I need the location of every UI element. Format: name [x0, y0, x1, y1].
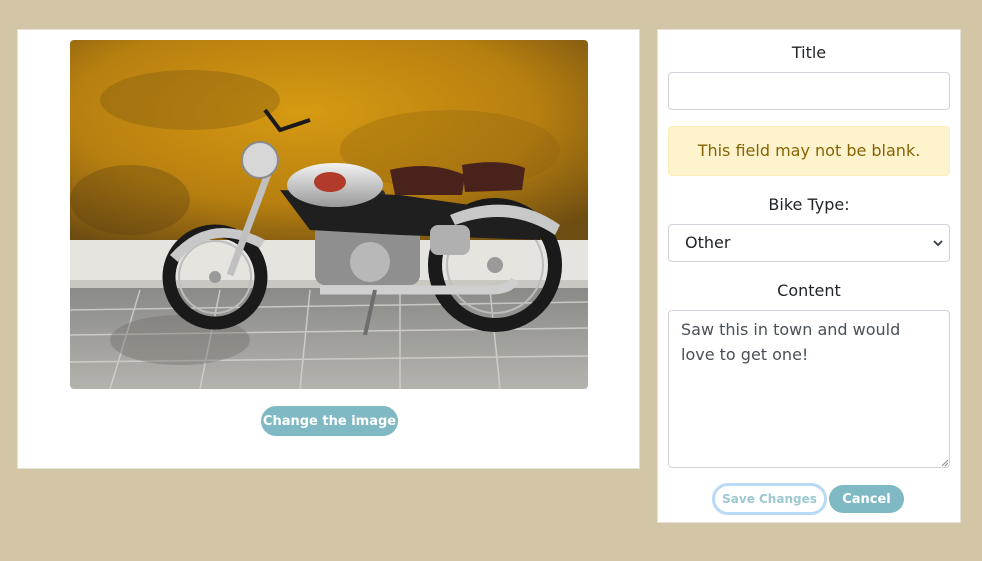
title-input[interactable] [668, 72, 950, 110]
chevron-down-icon [933, 240, 943, 247]
title-error-alert: This field may not be blank. [668, 126, 950, 176]
resize-grip-icon[interactable] [942, 460, 948, 466]
content-textarea[interactable]: Saw this in town and would love to get o… [668, 310, 950, 468]
cancel-button[interactable]: Cancel [829, 485, 904, 513]
change-image-button[interactable]: Change the image [261, 406, 398, 436]
motorcycle-photo [70, 40, 588, 389]
edit-form: Title This field may not be blank. Bike … [657, 29, 961, 523]
save-changes-button[interactable]: Save Changes [712, 483, 827, 515]
bike-type-label: Bike Type: [768, 195, 850, 214]
content-label: Content [777, 281, 841, 300]
image-card: Change the image [17, 29, 640, 469]
bike-type-selected-value: Other [685, 233, 731, 252]
bike-type-select[interactable]: Other [668, 224, 950, 262]
title-label: Title [791, 43, 827, 62]
